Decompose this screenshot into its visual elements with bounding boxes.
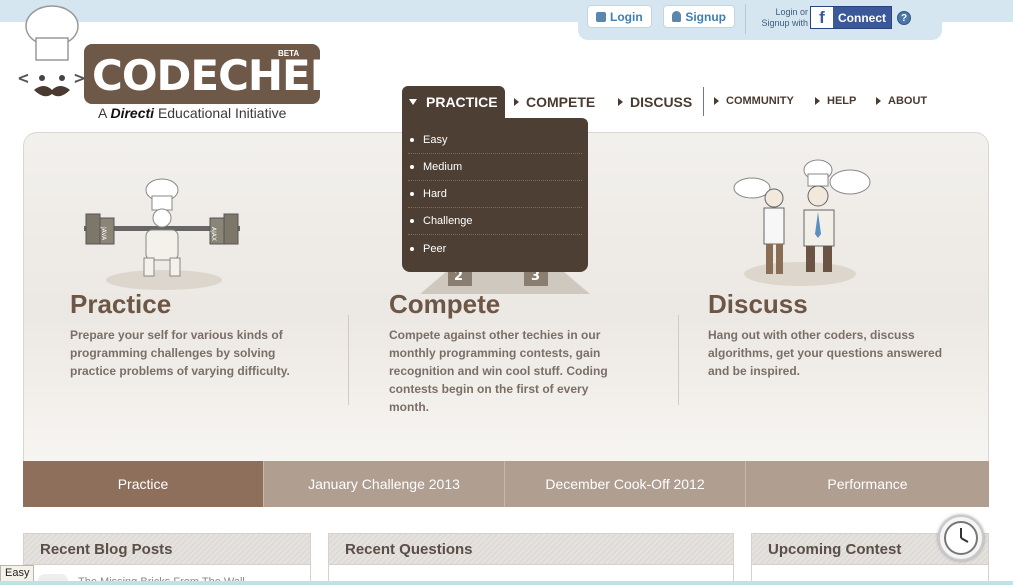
dropdown-item-challenge[interactable]: Challenge — [408, 208, 582, 235]
nav-community-label: COMMUNITY — [726, 95, 794, 107]
triangle-down-icon — [409, 99, 417, 105]
login-label: Login — [610, 9, 643, 24]
practice-title[interactable]: Practice — [70, 289, 171, 320]
dropdown-item-medium[interactable]: Medium — [408, 154, 582, 181]
triangle-right-icon — [815, 97, 820, 105]
discuss-title[interactable]: Discuss — [708, 289, 808, 320]
signup-button[interactable]: Signup — [663, 5, 735, 28]
discuss-description: Hang out with other coders, discuss algo… — [708, 328, 943, 378]
recent-blog-posts-header: Recent Blog Posts — [23, 533, 311, 565]
triangle-right-icon — [514, 98, 519, 106]
content-tabs: Practice January Challenge 2013 December… — [23, 461, 989, 507]
triangle-right-icon — [714, 97, 719, 105]
status-tooltip: Easy — [0, 565, 35, 582]
practice-dropdown-menu: Easy Medium Hard Challenge Peer — [402, 118, 588, 272]
nav-community[interactable]: COMMUNITY — [714, 95, 794, 107]
dropdown-item-hard[interactable]: Hard — [408, 181, 582, 208]
tab-december-cookoff[interactable]: December Cook-Off 2012 — [505, 461, 746, 507]
clock-face — [944, 521, 978, 555]
codechef-logo[interactable]: < > CODECHEF BETA A Directi Educational … — [14, 4, 338, 126]
barbell-left-label: JAVA — [100, 226, 107, 241]
nav-discuss[interactable]: DISCUSS — [618, 94, 692, 110]
svg-text:<: < — [18, 68, 29, 89]
nav-practice-label: PRACTICE — [409, 94, 498, 110]
discussion-illustration — [733, 159, 871, 286]
nav-about[interactable]: ABOUT — [876, 95, 927, 107]
tab-performance[interactable]: Performance — [746, 461, 989, 507]
column-divider — [678, 315, 679, 405]
facebook-icon: f — [811, 7, 833, 28]
nav-practice[interactable]: PRACTICE — [402, 86, 505, 118]
tagline-suffix: Educational Initiative — [157, 105, 287, 121]
triangle-right-icon — [876, 97, 881, 105]
nav-help-label: HELP — [827, 95, 857, 107]
nav-discuss-label: DISCUSS — [630, 94, 693, 110]
dropdown-item-peer[interactable]: Peer — [408, 235, 582, 262]
weightlifter-chef-illustration: JAVA AJAX — [84, 178, 240, 290]
barbell-right-label: AJAX — [210, 227, 217, 241]
lock-icon — [596, 11, 606, 22]
beta-badge: BETA — [278, 49, 300, 58]
divider — [745, 4, 746, 34]
bottom-strip — [0, 581, 1013, 585]
practice-description: Prepare your self for various kinds of p… — [70, 328, 290, 378]
compete-title[interactable]: Compete — [389, 289, 500, 320]
dropdown-item-easy[interactable]: Easy — [408, 127, 582, 154]
connect-label: Connect — [838, 10, 886, 25]
tagline-brand: Directi — [110, 105, 155, 121]
login-bar: Login Signup Login or Signup with f Conn… — [578, 0, 942, 40]
tab-practice[interactable]: Practice — [23, 461, 264, 507]
clock-icon[interactable] — [938, 515, 984, 561]
help-icon[interactable]: ? — [897, 11, 911, 25]
nav-about-label: ABOUT — [888, 95, 928, 107]
tagline-prefix: A — [98, 105, 107, 121]
logo-tagline: A Directi Educational Initiative — [98, 105, 286, 121]
logo-name: CODECHEF — [92, 51, 338, 100]
tab-january-challenge[interactable]: January Challenge 2013 — [264, 461, 505, 507]
nav-help[interactable]: HELP — [815, 95, 856, 107]
user-icon — [672, 11, 682, 22]
nav-divider — [703, 87, 704, 116]
nav-practice-text: PRACTICE — [426, 94, 498, 110]
recent-questions-header: Recent Questions — [328, 533, 734, 565]
nav-compete[interactable]: COMPETE — [514, 94, 595, 110]
login-button[interactable]: Login — [587, 5, 652, 28]
triangle-right-icon — [618, 98, 623, 106]
nav-compete-label: COMPETE — [526, 94, 596, 110]
compete-description: Compete against other techies in our mon… — [389, 328, 608, 414]
login-with-text: Login or Signup with — [761, 7, 808, 28]
facebook-connect-button[interactable]: f Connect — [810, 6, 892, 29]
signup-label: Signup — [685, 9, 726, 24]
chef-mascot-icon: < > — [18, 5, 85, 97]
column-divider — [348, 315, 349, 405]
